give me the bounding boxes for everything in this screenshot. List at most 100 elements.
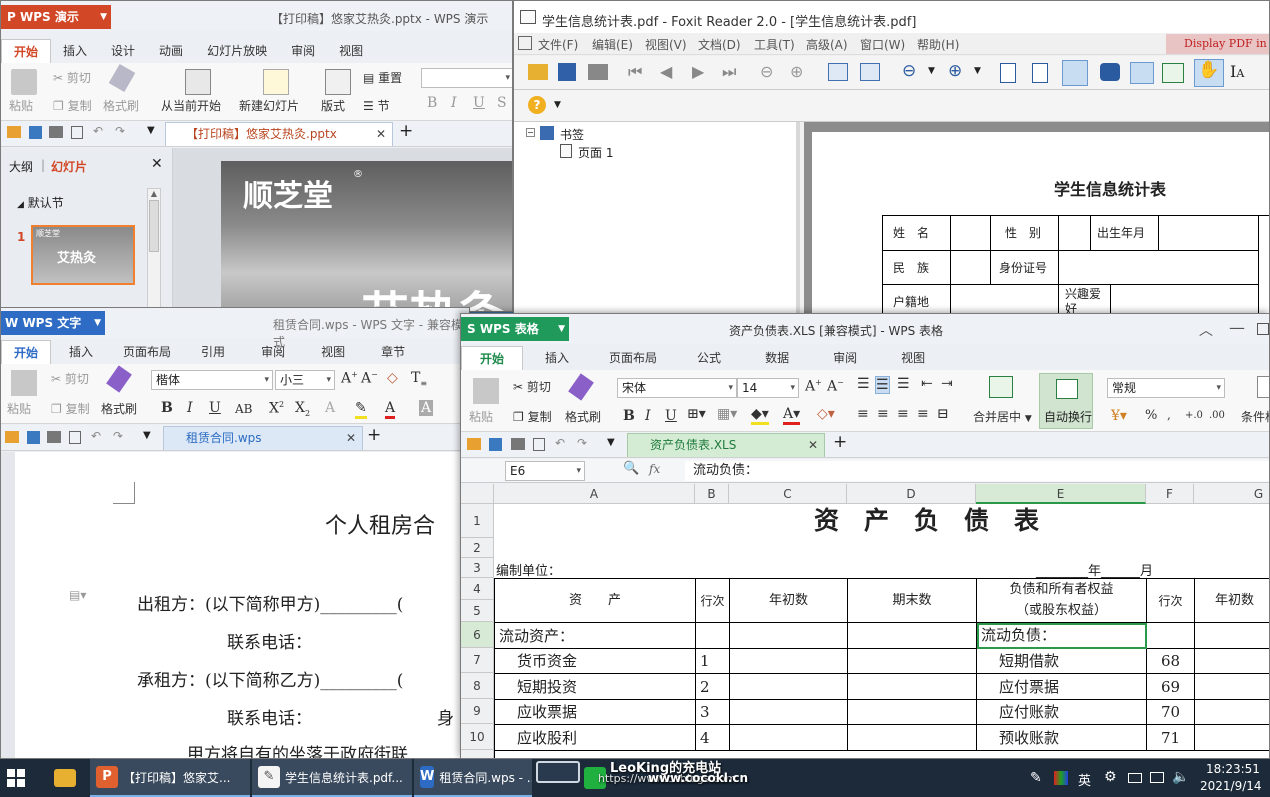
cell-a7[interactable]: 货币资金 (495, 649, 696, 674)
hdr-begin[interactable]: 年初数 (730, 579, 848, 623)
thousands-icon[interactable]: , (1167, 408, 1171, 422)
row-header-5[interactable]: 5 (461, 600, 493, 622)
ppt-font-select[interactable] (421, 68, 512, 88)
col-header-a[interactable]: A (494, 484, 695, 504)
cell-d8[interactable] (848, 674, 977, 700)
cell-b6[interactable] (696, 623, 730, 649)
print-icon[interactable] (511, 438, 525, 450)
chevron-down-icon[interactable]: ▼ (147, 125, 155, 136)
sheet-tab-view[interactable]: 视图 (879, 346, 947, 370)
borders-icon[interactable]: ⊞▾ (687, 406, 706, 422)
cell-f6[interactable] (1147, 623, 1195, 649)
ppt-tab-home[interactable]: 开始 (1, 39, 52, 63)
align-top-icon[interactable]: ☰ (857, 376, 870, 392)
ppt-tab-view[interactable]: 视图 (327, 39, 375, 63)
ppt-panel-tab-slides[interactable]: 幻灯片 (51, 158, 87, 175)
hdr-end[interactable]: 期末数 (848, 579, 977, 623)
menu-help[interactable]: 帮助(H) (917, 36, 959, 53)
text-select-icon[interactable]: IA (1230, 62, 1244, 81)
bookmark-panel-icon[interactable] (1130, 62, 1154, 84)
redo-icon[interactable]: ↷ (113, 429, 123, 443)
ppt-from-current-button[interactable]: 从当前开始 (161, 97, 221, 114)
cell-c6[interactable] (730, 623, 848, 649)
ppt-tab-insert[interactable]: 插入 (51, 39, 99, 63)
row-header-3[interactable]: 3 (461, 558, 493, 578)
sheet-grid[interactable]: A B C D E F G 1 2 3 4 5 6 7 8 9 10 资 产 负… (461, 484, 1269, 758)
chevron-down-icon[interactable]: ▼ (607, 437, 615, 448)
sheet-size-select[interactable]: 14 (737, 378, 799, 398)
col-header-d[interactable]: D (847, 484, 976, 504)
sheet-app-menu-button[interactable]: S WPS 表格 ▼ (461, 317, 569, 341)
fx-icon[interactable]: fx (649, 462, 660, 476)
writer-size-select[interactable]: 小三 (275, 370, 335, 390)
writer-tab-view[interactable]: 视图 (303, 340, 363, 364)
cell-d10[interactable] (848, 725, 977, 751)
row-header-4[interactable]: 4 (461, 578, 493, 600)
redo-icon[interactable]: ↷ (577, 436, 587, 450)
paragraph-marker-icon[interactable]: ▤▾ (69, 588, 86, 602)
last-page-icon[interactable]: ⏭ (722, 62, 736, 82)
zoom-formula-icon[interactable]: 🔍 (623, 461, 639, 476)
first-page-icon[interactable]: ⏮ (628, 62, 642, 82)
font-color-icon[interactable]: A (385, 400, 396, 419)
sheet-tab-data[interactable]: 数据 (743, 346, 811, 370)
sheet-italic-button[interactable]: I (645, 408, 651, 424)
ppt-panel-scrollbar[interactable]: ▲ (147, 188, 161, 308)
writer-subscript-button[interactable]: X2 (295, 400, 310, 418)
writer-superscript-button[interactable]: X2 (269, 400, 284, 417)
fit-width-icon[interactable] (1062, 60, 1088, 86)
ppt-paste-button[interactable]: 粘贴 (9, 97, 33, 114)
sheet-number-format-select[interactable]: 常规 (1107, 378, 1225, 398)
preview-icon[interactable] (71, 126, 83, 139)
rotate-right-icon[interactable] (860, 63, 880, 81)
row-header-9[interactable]: 9 (461, 699, 493, 724)
sheet-paste-button[interactable]: 粘贴 (469, 408, 493, 425)
zoom-out-icon[interactable]: ⊖ (902, 61, 916, 81)
writer-app-menu-button[interactable]: W WPS 文字 ▼ (1, 311, 105, 335)
ppt-reset-button[interactable]: ▤ 重置 (363, 69, 402, 86)
taskbar-item-writer[interactable]: W 租赁合同.wps - ... (414, 759, 532, 797)
cell-g10[interactable] (1195, 725, 1269, 751)
cell-e10[interactable]: 预收账款 (977, 725, 1147, 751)
align-middle-icon[interactable]: ☰ (875, 376, 890, 394)
cell-c10[interactable] (730, 725, 848, 751)
align-center-icon[interactable]: ≡ (877, 406, 889, 422)
writer-font-select[interactable]: 楷体 (151, 370, 273, 390)
hdr-assets[interactable]: 资 产 (495, 579, 696, 623)
tray-language[interactable]: 英 (1078, 770, 1091, 789)
sheet-title-cell[interactable]: 资 产 负 债 表 (814, 504, 1039, 538)
new-tab-icon[interactable]: + (367, 425, 381, 445)
chevron-down-icon[interactable]: ▼ (143, 430, 151, 441)
sheet-tab-review[interactable]: 审阅 (811, 346, 879, 370)
foxit-promo-banner[interactable]: Display PDF in y (1166, 34, 1269, 54)
taskbar-item-foxit[interactable]: ✎ 学生信息统计表.pdf... (252, 759, 412, 797)
highlight-icon[interactable]: ✎ (355, 400, 367, 419)
percent-button[interactable]: % (1145, 408, 1157, 423)
col-header-c[interactable]: C (729, 484, 847, 504)
foxit-reader-window[interactable]: 学生信息统计表.pdf - Foxit Reader 2.0 - [学生信息统计… (513, 0, 1270, 330)
sheet-tab-page-layout[interactable]: 页面布局 (591, 346, 675, 370)
shrink-font-icon[interactable]: A− (827, 378, 844, 395)
writer-tab-references[interactable]: 引用 (183, 340, 243, 364)
cell-d7[interactable] (848, 649, 977, 674)
cell-d9[interactable] (848, 700, 977, 725)
char-shading-icon[interactable]: A (419, 400, 434, 416)
chevron-down-icon[interactable]: ▼ (974, 66, 981, 76)
tray-date[interactable]: 2021/9/14 (1200, 779, 1262, 793)
ppt-tab-animation[interactable]: 动画 (147, 39, 195, 63)
ppt-slide[interactable]: 顺芝堂 ® 艾热灸 (221, 161, 512, 311)
col-header-e[interactable]: E (976, 484, 1146, 504)
menu-tools[interactable]: 工具(T) (754, 36, 795, 53)
row-header-2[interactable]: 2 (461, 538, 493, 558)
ppt-doc-tab[interactable]: 【打印稿】悠家艾热灸.pptx ✕ (165, 122, 393, 146)
cell-c8[interactable] (730, 674, 848, 700)
writer-document-area[interactable]: 个人租房合 ▤▾ 出租方：(以下简称甲方)_________( 联系电话： 承租… (1, 452, 469, 758)
indent-increase-icon[interactable]: ⇥ (941, 376, 953, 392)
col-header-f[interactable]: F (1146, 484, 1194, 504)
sheet-tab-insert[interactable]: 插入 (523, 346, 591, 370)
ppt-strike-button[interactable]: S (497, 95, 507, 111)
taskbar-thumbnail-preview[interactable] (536, 761, 580, 783)
cell-b8[interactable]: 2 (696, 674, 730, 700)
cell-g9[interactable] (1195, 700, 1269, 725)
align-bottom-icon[interactable]: ☰ (897, 376, 910, 392)
